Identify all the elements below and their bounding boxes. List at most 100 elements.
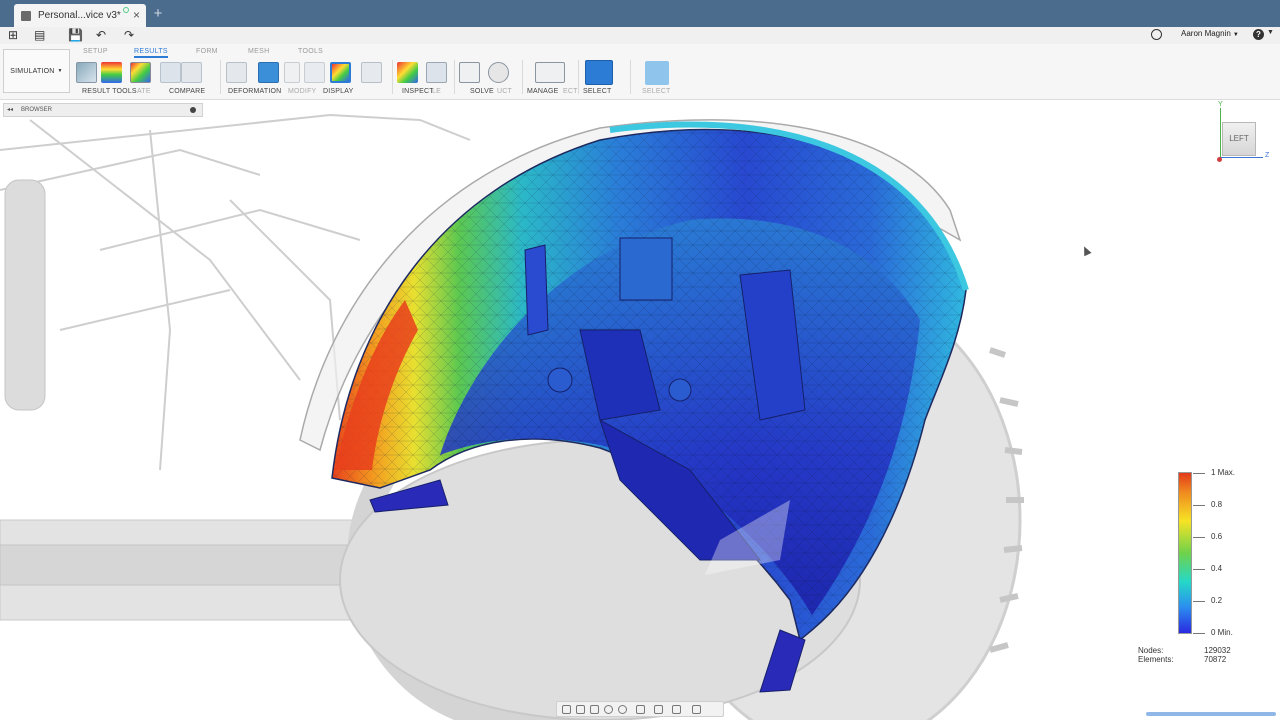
view-cube-face: LEFT xyxy=(1229,134,1249,143)
legend-tick xyxy=(1193,601,1205,602)
document-tab[interactable]: Personal...vice v3* × xyxy=(14,4,146,27)
close-tab-button[interactable]: × xyxy=(133,8,140,22)
ribbon-separator xyxy=(454,60,455,94)
grid-menu-icon[interactable]: ⊞ xyxy=(8,28,18,43)
quick-access-toolbar: ⊞ ▤ 💾 ↶ ↷ xyxy=(0,27,1280,44)
user-menu[interactable]: Aaron Magnin ▼ xyxy=(1181,29,1239,38)
chevron-down-icon: ▼ xyxy=(1232,32,1239,38)
inspect-icon[interactable] xyxy=(397,62,418,83)
view-cube[interactable]: LEFT xyxy=(1222,122,1256,156)
legend-tick xyxy=(1193,473,1205,474)
elements-value: 70872 xyxy=(1204,655,1227,664)
elements-label: Elements: xyxy=(1138,655,1174,664)
compare-split-icon[interactable] xyxy=(181,62,202,83)
deformation-menu[interactable]: DEFORMATION xyxy=(228,88,281,95)
progress-bar xyxy=(1146,712,1276,716)
tab-tools[interactable]: TOOLS xyxy=(298,48,323,55)
fit-icon[interactable] xyxy=(618,705,627,714)
display-settings-icon[interactable] xyxy=(636,705,645,714)
orbit-icon[interactable] xyxy=(562,705,571,714)
legend-tick-label: 0.2 xyxy=(1211,596,1223,605)
inspect-probe-icon[interactable] xyxy=(426,62,447,83)
select-filter-menu[interactable]: SELECT xyxy=(642,88,670,95)
display-mesh-icon[interactable] xyxy=(304,62,325,83)
display-menu[interactable]: DISPLAY xyxy=(323,88,353,95)
chevron-down-icon: ▼ xyxy=(57,68,63,74)
result-legend-bar xyxy=(1178,472,1192,634)
user-name: Aaron Magnin xyxy=(1181,29,1231,38)
tab-mesh[interactable]: MESH xyxy=(248,48,269,55)
result-compare-icon[interactable] xyxy=(130,62,151,83)
solve-icon[interactable] xyxy=(459,62,480,83)
document-tab-title: Personal...vice v3* xyxy=(38,10,121,21)
help-chevron-icon[interactable]: ▼ xyxy=(1267,29,1274,36)
ribbon-separator xyxy=(392,60,393,94)
save-icon[interactable]: 💾 xyxy=(68,28,83,43)
workspace-label: SIMULATION xyxy=(10,67,55,75)
compare-single-icon[interactable] xyxy=(160,62,181,83)
axis-y-label: Y xyxy=(1218,101,1223,108)
ribbon-separator xyxy=(578,60,579,94)
mesh-stats: Nodes: 129032 Elements: 70872 xyxy=(1138,646,1231,664)
deformation-icon[interactable] xyxy=(226,62,247,83)
axis-z-label: Z xyxy=(1265,152,1270,159)
viewports-icon[interactable] xyxy=(672,705,681,714)
manage-icon[interactable] xyxy=(535,62,565,83)
tab-setup[interactable]: SETUP xyxy=(83,48,108,55)
look-at-icon[interactable] xyxy=(576,705,585,714)
clock-icon[interactable] xyxy=(1151,29,1162,40)
simulation-model xyxy=(0,113,1024,720)
nodes-label: Nodes: xyxy=(1138,646,1164,655)
browser-panel[interactable]: ◂◂ BROWSER xyxy=(3,103,203,117)
compare-menu[interactable]: COMPARE xyxy=(169,88,205,95)
ghost-label: UCT xyxy=(497,88,512,95)
legend-tick-label: 0.6 xyxy=(1211,532,1223,541)
new-tab-button[interactable]: + xyxy=(150,6,166,22)
deformation-active-icon[interactable] xyxy=(258,62,279,83)
tab-results[interactable]: RESULTS xyxy=(134,48,168,58)
legend-tick xyxy=(1193,537,1205,538)
legend-tick-label: 0.4 xyxy=(1211,564,1223,573)
modify-menu[interactable]: MODIFY xyxy=(288,88,316,95)
legend-tick xyxy=(1193,633,1205,634)
ribbon-separator xyxy=(220,60,221,94)
result-colormap-icon[interactable] xyxy=(101,62,122,83)
axis-x-dot xyxy=(1217,157,1222,162)
ghost-label: ECT xyxy=(563,88,578,95)
legend-tick-label: 0.8 xyxy=(1211,500,1223,509)
display-contour-icon[interactable] xyxy=(330,62,351,83)
sync-status-icon xyxy=(123,7,129,13)
pan-icon[interactable] xyxy=(590,705,599,714)
help-icon[interactable]: ? xyxy=(1253,29,1264,40)
legend-min-label: 0 Min. xyxy=(1211,628,1233,637)
zoom-icon[interactable] xyxy=(604,705,613,714)
modify-icon[interactable] xyxy=(284,62,300,83)
info-icon[interactable] xyxy=(488,62,509,83)
result-tools-menu[interactable]: RESULT TOOLS xyxy=(82,88,137,95)
ribbon-separator xyxy=(630,60,631,94)
manage-menu[interactable]: MANAGE xyxy=(527,88,559,95)
select-filter-icon[interactable] xyxy=(645,61,669,85)
nodes-value: 129032 xyxy=(1204,646,1231,655)
environment-icon[interactable] xyxy=(692,705,701,714)
undo-icon[interactable]: ↶ xyxy=(96,28,106,43)
select-icon[interactable] xyxy=(585,60,613,85)
solve-menu[interactable]: SOLVE xyxy=(470,88,494,95)
document-cube-icon xyxy=(21,10,31,21)
workspace-selector[interactable]: SIMULATION ▼ xyxy=(3,49,70,93)
legend-tick xyxy=(1193,505,1205,506)
result-tool-icon[interactable] xyxy=(76,62,97,83)
ghost-label: LE xyxy=(432,88,441,95)
collapse-arrows-icon[interactable]: ◂◂ xyxy=(7,104,13,116)
viewport-3d[interactable] xyxy=(0,100,1280,720)
file-icon[interactable]: ▤ xyxy=(34,28,45,43)
tab-form[interactable]: FORM xyxy=(196,48,218,55)
select-menu[interactable]: SELECT xyxy=(583,88,611,95)
legend-tick xyxy=(1193,569,1205,570)
redo-icon[interactable]: ↷ xyxy=(124,28,134,43)
axis-z-line xyxy=(1220,157,1263,158)
display-probe-icon[interactable] xyxy=(361,62,382,83)
inspect-menu[interactable]: INSPECT xyxy=(402,88,434,95)
pin-icon[interactable] xyxy=(190,107,196,113)
grid-settings-icon[interactable] xyxy=(654,705,663,714)
